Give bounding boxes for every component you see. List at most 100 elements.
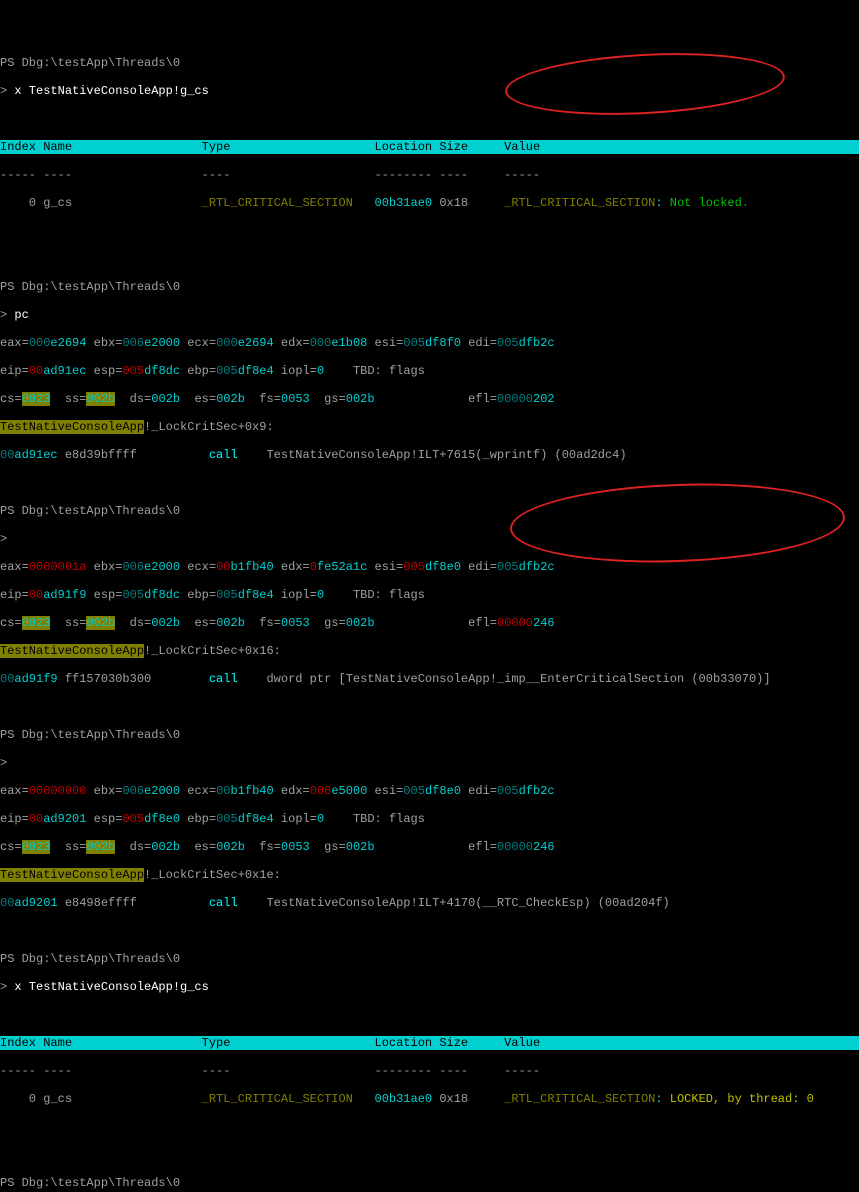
reg-label: eax= bbox=[0, 784, 29, 798]
symbol-offset: !_LockCritSec+0x1e: bbox=[144, 868, 281, 882]
table-header-1: Index Name Type Location Size Value bbox=[0, 140, 859, 154]
registers-line: eip=00ad9201 esp=005df8e0 ebp=005df8e4 i… bbox=[0, 812, 859, 826]
reg-val: 0 bbox=[317, 812, 324, 826]
reg-val: 0023 bbox=[22, 616, 51, 630]
blank bbox=[0, 924, 859, 938]
reg-hi: 005 bbox=[122, 364, 144, 378]
reg-lo: e2694 bbox=[238, 336, 274, 350]
hdr-value: Value bbox=[504, 140, 540, 154]
reg-val: 002b bbox=[346, 616, 375, 630]
reg-label: ebp= bbox=[180, 588, 216, 602]
reg-lo: df8e0 bbox=[425, 560, 461, 574]
command-line-2[interactable]: > pc bbox=[0, 308, 859, 322]
reg-lo: ad91ec bbox=[43, 364, 86, 378]
prompt-path-4: PS Dbg:\testApp\Threads\0 bbox=[0, 728, 859, 742]
registers-line: eax=000e2694 ebx=006e2000 ecx=000e2694 e… bbox=[0, 336, 859, 350]
reg-val: 002b bbox=[151, 840, 180, 854]
addr-lo: ad9201 bbox=[14, 896, 57, 910]
reg-val: 002b bbox=[86, 392, 115, 406]
reg-lo: 202 bbox=[533, 392, 555, 406]
registers-line: eip=00ad91f9 esp=005df8dc ebp=005df8e4 i… bbox=[0, 588, 859, 602]
reg-lo: dfb2c bbox=[519, 336, 555, 350]
reg-hi: 005 bbox=[497, 560, 519, 574]
reg-hi: 005 bbox=[216, 812, 238, 826]
reg-label: iopl= bbox=[274, 364, 317, 378]
op-bytes: e8498effff bbox=[58, 896, 137, 910]
disasm-line: 00ad91ec e8d39bffff call TestNativeConso… bbox=[0, 448, 859, 462]
reg-val: 00000000 bbox=[29, 784, 87, 798]
reg-label: ebx= bbox=[86, 336, 122, 350]
blank bbox=[0, 1148, 859, 1162]
reg-label: eax= bbox=[0, 336, 29, 350]
reg-lo: b1fb40 bbox=[230, 784, 273, 798]
dashes: ----- ---- ---- -------- ---- ----- bbox=[0, 1064, 859, 1078]
reg-val: 002b bbox=[346, 840, 375, 854]
reg-label: fs= bbox=[245, 616, 281, 630]
command-text: pc bbox=[7, 308, 29, 322]
command-line-1[interactable]: > x TestNativeConsoleApp!g_cs bbox=[0, 84, 859, 98]
reg-val: 002b bbox=[86, 616, 115, 630]
reg-label: ebp= bbox=[180, 364, 216, 378]
reg-lo: df8f0 bbox=[425, 336, 461, 350]
reg-label: ds= bbox=[115, 392, 151, 406]
reg-label: edx= bbox=[274, 336, 310, 350]
reg-hi: 005 bbox=[122, 812, 144, 826]
reg-label: efl= bbox=[375, 616, 497, 630]
row-loc: 00b31ae0 bbox=[375, 196, 433, 210]
reg-hi: 005 bbox=[403, 336, 425, 350]
reg-label: cs= bbox=[0, 616, 22, 630]
reg-label: esi= bbox=[367, 560, 403, 574]
reg-label: esi= bbox=[367, 336, 403, 350]
reg-val: 0053 bbox=[281, 840, 310, 854]
disasm-line: 00ad9201 e8498effff call TestNativeConso… bbox=[0, 896, 859, 910]
reg-hi: 00 bbox=[29, 364, 43, 378]
addr-lo: ad91ec bbox=[14, 448, 57, 462]
reg-hi: 005 bbox=[497, 336, 519, 350]
prompt-char[interactable]: > bbox=[0, 532, 859, 546]
reg-label: gs= bbox=[310, 616, 346, 630]
prompt-char[interactable]: > bbox=[0, 756, 859, 770]
tbd-flags: TBD: flags bbox=[324, 364, 425, 378]
reg-lo: df8e4 bbox=[238, 812, 274, 826]
reg-lo: b1fb40 bbox=[230, 560, 273, 574]
row-idx: 0 bbox=[0, 196, 36, 210]
row-name: g_cs bbox=[43, 1092, 72, 1106]
hdr-index: Index bbox=[0, 1036, 36, 1050]
reg-label: edi= bbox=[461, 560, 497, 574]
reg-lo: e2000 bbox=[144, 784, 180, 798]
table-row-2: 0 g_cs _RTL_CRITICAL_SECTION 00b31ae0 0x… bbox=[0, 1092, 859, 1106]
addr-hi: 00 bbox=[0, 448, 14, 462]
reg-lo: 246 bbox=[533, 616, 555, 630]
row-rtl: _RTL_CRITICAL_SECTION bbox=[504, 196, 655, 210]
command-text: x TestNativeConsoleApp!g_cs bbox=[7, 980, 209, 994]
hdr-type: Type bbox=[202, 140, 231, 154]
addr-hi: 00 bbox=[0, 672, 14, 686]
reg-label: ebx= bbox=[86, 560, 122, 574]
hdr-location: Location bbox=[375, 140, 433, 154]
row-idx: 0 bbox=[0, 1092, 36, 1106]
blank bbox=[0, 252, 859, 266]
reg-hi: 00 bbox=[29, 588, 43, 602]
row-status: Not locked. bbox=[670, 196, 749, 210]
reg-label: ebp= bbox=[180, 812, 216, 826]
addr-hi: 00 bbox=[0, 896, 14, 910]
hdr-index: Index bbox=[0, 140, 36, 154]
addr-lo: ad91f9 bbox=[14, 672, 57, 686]
reg-hi: 005 bbox=[216, 364, 238, 378]
operands: TestNativeConsoleApp!ILT+4170(__RTC_Chec… bbox=[238, 896, 670, 910]
reg-hi: 00 bbox=[216, 560, 230, 574]
command-line-5[interactable]: > x TestNativeConsoleApp!g_cs bbox=[0, 980, 859, 994]
dashes: ----- ---- ---- -------- ---- ----- bbox=[0, 168, 859, 182]
reg-lo: dfb2c bbox=[519, 560, 555, 574]
reg-val: 002b bbox=[346, 392, 375, 406]
row-size: 0x18 bbox=[439, 196, 468, 210]
reg-label: esp= bbox=[86, 588, 122, 602]
reg-label: es= bbox=[180, 392, 216, 406]
prompt-path-6: PS Dbg:\testApp\Threads\0 bbox=[0, 1176, 859, 1190]
reg-val: 0053 bbox=[281, 392, 310, 406]
mnemonic: call bbox=[137, 896, 238, 910]
reg-lo: fe52a1c bbox=[317, 560, 367, 574]
reg-hi: 000 bbox=[29, 336, 51, 350]
row-name: g_cs bbox=[43, 196, 72, 210]
row-rtl: _RTL_CRITICAL_SECTION bbox=[504, 1092, 655, 1106]
